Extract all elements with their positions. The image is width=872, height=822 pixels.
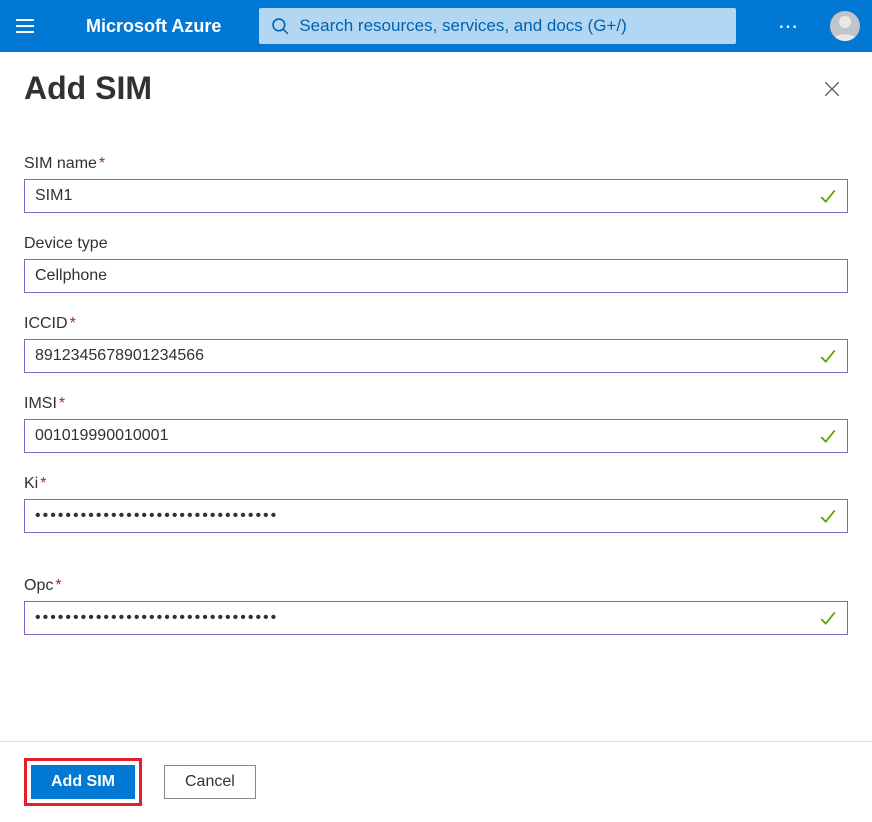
user-avatar[interactable] (830, 11, 860, 41)
device-type-input[interactable] (25, 260, 847, 292)
field-sim-name: SIM name* (24, 155, 848, 213)
ki-input-wrap (24, 499, 848, 533)
iccid-label: ICCID* (24, 315, 848, 333)
field-imsi: IMSI* (24, 395, 848, 453)
field-ki: Ki* (24, 475, 848, 533)
sim-name-input-wrap (24, 179, 848, 213)
panel-header: Add SIM (0, 52, 872, 115)
brand-title: Microsoft Azure (86, 16, 221, 37)
imsi-input[interactable] (25, 420, 847, 452)
global-search[interactable] (259, 8, 736, 44)
hamburger-menu[interactable] (12, 12, 40, 40)
sim-name-input[interactable] (25, 180, 847, 212)
imsi-input-wrap (24, 419, 848, 453)
close-icon (823, 80, 841, 98)
iccid-input[interactable] (25, 340, 847, 372)
more-icon[interactable]: ⋯ (772, 14, 806, 39)
field-device-type: Device type (24, 235, 848, 293)
search-icon (271, 17, 289, 35)
add-sim-form: SIM name* Device type ICCID* IMSI* (0, 115, 872, 635)
primary-highlight-box: Add SIM (24, 758, 142, 806)
global-header: Microsoft Azure ⋯ (0, 0, 872, 52)
opc-input-wrap (24, 601, 848, 635)
ki-input[interactable] (25, 500, 847, 532)
ki-label: Ki* (24, 475, 848, 493)
opc-input[interactable] (25, 602, 847, 634)
panel-title: Add SIM (24, 70, 152, 107)
field-opc: Opc* (24, 577, 848, 635)
device-type-input-wrap (24, 259, 848, 293)
close-button[interactable] (820, 77, 844, 101)
field-iccid: ICCID* (24, 315, 848, 373)
panel-footer: Add SIM Cancel (0, 741, 872, 822)
sim-name-label: SIM name* (24, 155, 848, 173)
imsi-label: IMSI* (24, 395, 848, 413)
cancel-button[interactable]: Cancel (164, 765, 256, 799)
opc-label: Opc* (24, 577, 848, 595)
device-type-label: Device type (24, 235, 848, 253)
add-sim-button[interactable]: Add SIM (31, 765, 135, 799)
iccid-input-wrap (24, 339, 848, 373)
search-input[interactable] (299, 16, 724, 36)
